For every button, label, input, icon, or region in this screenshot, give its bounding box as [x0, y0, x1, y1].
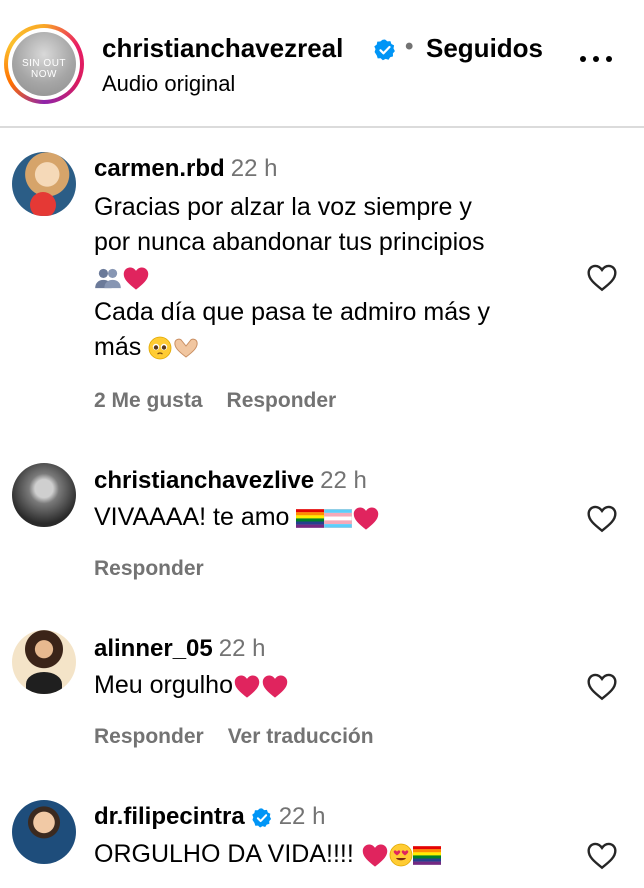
- comment-text: VIVAAAA! te amo: [94, 500, 564, 535]
- comment-text: Gracias por alzar la voz siempre y por n…: [94, 193, 491, 361]
- comment-text: ORGULHO DA VIDA!!!!: [94, 837, 564, 872]
- like-heart-icon[interactable]: [586, 840, 618, 870]
- pleading-face-emoji-icon: [148, 336, 172, 360]
- reply-button[interactable]: Responder: [227, 389, 337, 412]
- audio-label[interactable]: Audio original: [102, 71, 235, 97]
- transgender-flag-emoji-icon: [324, 509, 352, 528]
- verified-badge-icon: [251, 807, 273, 829]
- header-separator: •: [405, 33, 414, 60]
- comment-actions: Responder: [94, 557, 204, 581]
- likes-count-button[interactable]: 2 Me gusta: [94, 389, 203, 412]
- red-heart-emoji-icon: [233, 673, 261, 699]
- follow-status-button[interactable]: Seguidos: [426, 33, 543, 64]
- like-heart-icon[interactable]: [586, 503, 618, 533]
- people-emoji-icon: [94, 267, 122, 289]
- commenter-avatar[interactable]: [12, 463, 76, 527]
- comment-actions: Responder Ver traducción: [94, 725, 374, 749]
- profile-avatar: SIN OUT NOW: [12, 32, 76, 96]
- comment-username[interactable]: carmen.rbd: [94, 155, 225, 182]
- like-heart-icon[interactable]: [586, 671, 618, 701]
- header-username[interactable]: christianchavezreal: [102, 33, 343, 64]
- comment-username[interactable]: christianchavezlive: [94, 467, 314, 494]
- story-ring-avatar[interactable]: SIN OUT NOW: [4, 24, 84, 104]
- comment-username[interactable]: alinner_05: [94, 635, 213, 662]
- commenter-avatar[interactable]: [12, 630, 76, 694]
- heart-eyes-emoji-icon: [389, 843, 413, 867]
- comment-actions: 2 Me gusta Responder: [94, 389, 336, 413]
- see-translation-button[interactable]: Ver traducción: [228, 725, 374, 748]
- comment-time: 22 h: [278, 803, 326, 830]
- verified-badge-icon: [373, 38, 397, 62]
- comment-username[interactable]: dr.filipecintra: [94, 803, 245, 830]
- reply-button[interactable]: Responder: [94, 725, 204, 748]
- commenter-avatar[interactable]: [12, 152, 76, 216]
- comment-time: 22 h: [218, 635, 266, 662]
- commenter-avatar[interactable]: [12, 800, 76, 864]
- comment-time: 22 h: [230, 155, 278, 182]
- rainbow-flag-emoji-icon: [413, 846, 441, 865]
- like-heart-icon[interactable]: [586, 262, 618, 292]
- red-heart-emoji-icon: [261, 673, 289, 699]
- comment-time: 22 h: [320, 467, 367, 494]
- red-heart-emoji-icon: [352, 505, 380, 531]
- heart-hands-emoji-icon: [172, 336, 200, 360]
- red-heart-emoji-icon: [122, 265, 150, 291]
- reel-header: SIN OUT NOW christianchavezreal • Seguid…: [0, 0, 644, 128]
- red-heart-emoji-icon: [361, 842, 389, 868]
- reply-button[interactable]: Responder: [94, 557, 204, 580]
- more-options-icon[interactable]: [580, 56, 612, 70]
- comment-text: Meu orgulho: [94, 668, 564, 703]
- rainbow-flag-emoji-icon: [296, 509, 324, 528]
